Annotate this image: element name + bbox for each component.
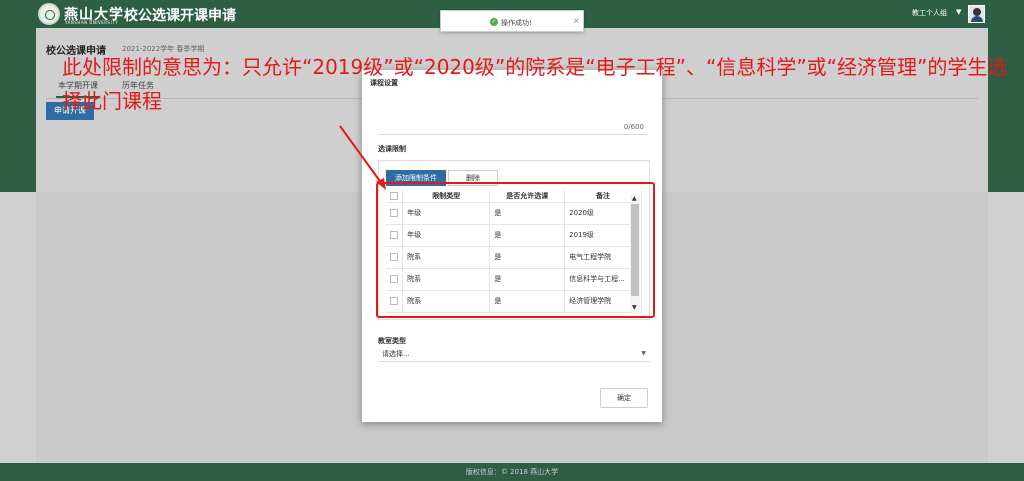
annotation-text: 此处限制的意思为：只允许“2019级”或“2020级”的院系是“电子工程”、“信… bbox=[62, 55, 1008, 113]
avatar[interactable] bbox=[968, 5, 985, 23]
classroom-type-select[interactable]: 请选择... ▼ bbox=[378, 346, 650, 362]
restriction-label: 选课限制 bbox=[378, 145, 406, 153]
classroom-select-value: 请选择... bbox=[382, 350, 410, 358]
classroom-type-label: 教室类型 bbox=[378, 337, 406, 345]
char-count: 0/600 bbox=[623, 123, 644, 131]
chevron-down-icon: ▼ bbox=[641, 350, 646, 357]
check-circle-icon: ✓ bbox=[490, 18, 498, 26]
university-seal-icon bbox=[38, 3, 60, 25]
app-title: 校公选课开课申请 bbox=[124, 8, 236, 24]
annotation-highlight-box bbox=[376, 182, 655, 318]
university-logo-en: YANSHAN UNIVERSITY bbox=[65, 20, 119, 25]
footer: 版权信息：© 2018 燕山大学 bbox=[0, 463, 1024, 481]
confirm-button[interactable]: 确定 bbox=[600, 388, 648, 408]
user-menu[interactable]: 教工个人组 bbox=[912, 8, 947, 18]
toast-message: 操作成功! bbox=[501, 19, 532, 27]
close-icon[interactable]: × bbox=[573, 16, 580, 25]
caret-down-icon[interactable]: ▼ bbox=[956, 8, 961, 16]
success-toast: ✓ 操作成功! × bbox=[440, 10, 584, 32]
